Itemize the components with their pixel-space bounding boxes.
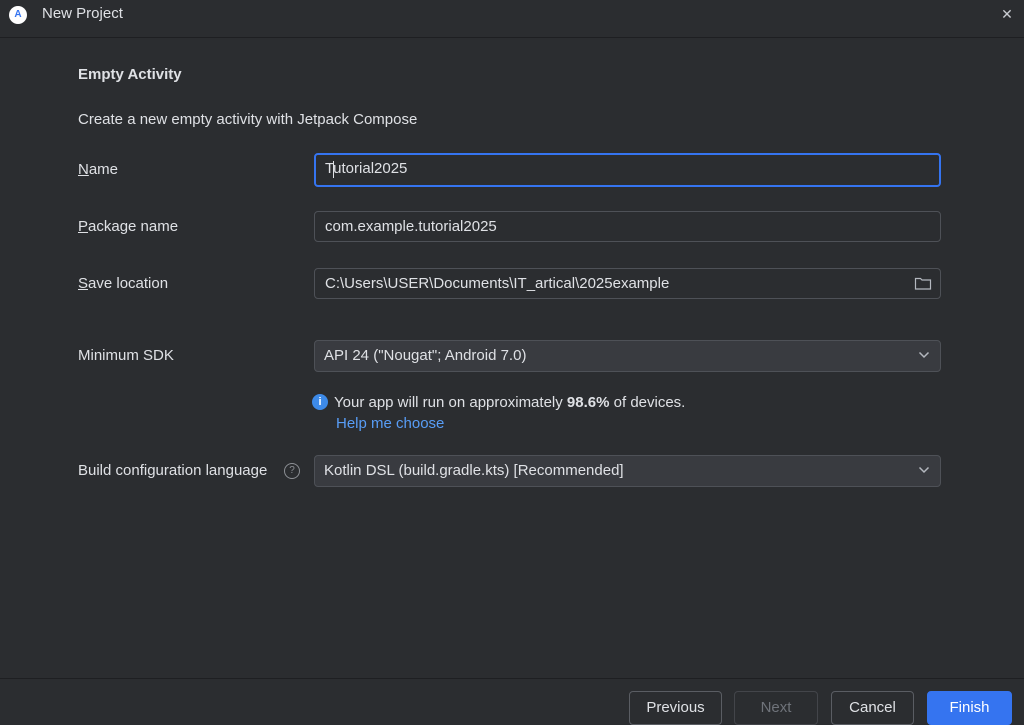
chevron-down-icon [918, 466, 930, 474]
name-value-rest: utorial2025 [333, 160, 408, 177]
footer-divider [0, 678, 1024, 679]
package-name-value: com.example.tutorial2025 [325, 218, 497, 235]
template-heading: Empty Activity [78, 66, 182, 83]
cancel-button[interactable]: Cancel [831, 691, 914, 725]
previous-button[interactable]: Previous [629, 691, 722, 725]
help-me-choose-link[interactable]: Help me choose [336, 415, 444, 432]
package-label-text: ackage name [88, 218, 179, 235]
save-location-label: Save location [78, 275, 168, 292]
name-input[interactable]: Tutorial2025 [314, 153, 941, 187]
close-icon[interactable]: ✕ [996, 3, 1018, 25]
save-location-value: C:\Users\USER\Documents\IT_artical\2025e… [325, 275, 670, 292]
coverage-percent: 98.6% [566, 394, 610, 411]
next-button[interactable]: Next [734, 691, 818, 725]
build-config-language-label: Build configuration language [78, 462, 268, 479]
package-name-label: Package name [78, 218, 178, 235]
name-label-mnemonic: N [78, 161, 89, 178]
finish-button[interactable]: Finish [927, 691, 1012, 725]
name-label: Name [78, 161, 118, 178]
chevron-down-icon [918, 351, 930, 359]
device-coverage-text: Your app will run on approximately 98.6%… [334, 394, 685, 411]
question-icon[interactable]: ? [284, 463, 300, 479]
package-label-mnemonic: P [78, 218, 89, 235]
save-location-input[interactable]: C:\Users\USER\Documents\IT_artical\2025e… [314, 268, 941, 299]
minimum-sdk-value: API 24 ("Nougat"; Android 7.0) [324, 347, 527, 364]
info-icon: i [312, 394, 328, 410]
minimum-sdk-label: Minimum SDK [78, 347, 174, 364]
build-config-language-select[interactable]: Kotlin DSL (build.gradle.kts) [Recommend… [314, 455, 941, 487]
minimum-sdk-select[interactable]: API 24 ("Nougat"; Android 7.0) [314, 340, 941, 372]
save-label-mnemonic: S [78, 275, 89, 292]
package-name-input[interactable]: com.example.tutorial2025 [314, 211, 941, 242]
folder-icon[interactable] [914, 275, 932, 291]
window-title: New Project [42, 5, 123, 22]
save-label-text: ave location [88, 275, 169, 292]
build-config-language-value: Kotlin DSL (build.gradle.kts) [Recommend… [324, 462, 624, 479]
coverage-prefix: Your app will run on approximately [334, 394, 567, 411]
coverage-suffix: of devices. [609, 394, 686, 411]
name-label-text: ame [88, 161, 119, 178]
android-studio-icon: A [9, 6, 27, 24]
template-description: Create a new empty activity with Jetpack… [78, 111, 418, 128]
title-bar: A New Project ✕ [0, 0, 1024, 38]
